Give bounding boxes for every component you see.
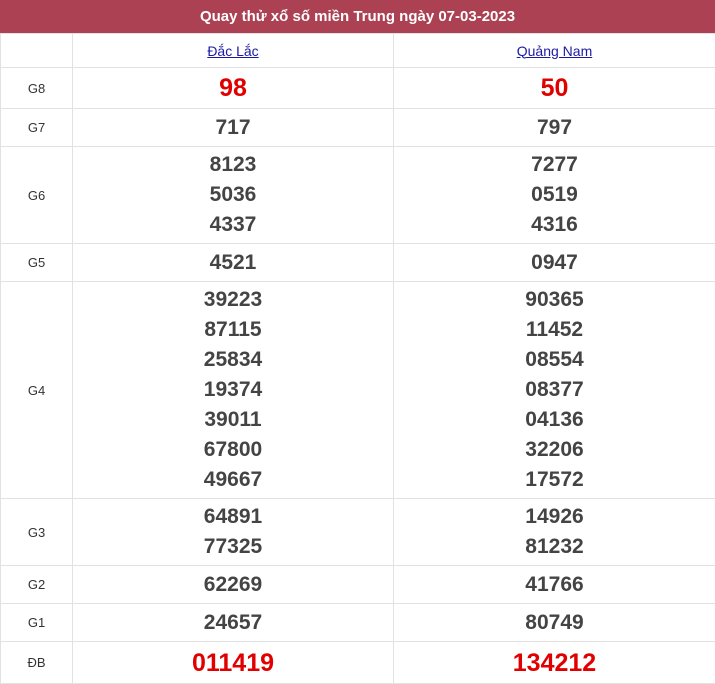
- prize-numbers-2: 80749: [394, 604, 715, 642]
- header-empty-cell: [1, 34, 73, 68]
- prize-label: G6: [1, 147, 73, 244]
- prize-number: 0947: [394, 248, 715, 278]
- prize-label: G3: [1, 499, 73, 566]
- prize-label: G4: [1, 282, 73, 499]
- prize-numbers-1: 64891 77325: [73, 499, 394, 566]
- prize-label: G1: [1, 604, 73, 642]
- prize-numbers-2: 134212: [394, 642, 715, 684]
- prize-numbers-2: 0947: [394, 244, 715, 282]
- prize-number: 4521: [73, 248, 393, 278]
- prize-numbers-1: 39223 87115 25834 19374 39011 67800 4966…: [73, 282, 394, 499]
- prize-label: G5: [1, 244, 73, 282]
- prize-number: 797: [394, 113, 715, 143]
- province-link-quang-nam[interactable]: Quảng Nam: [517, 43, 592, 59]
- prize-numbers-2: 50: [394, 68, 715, 109]
- page-title: Quay thử xổ số miền Trung ngày 07-03-202…: [0, 0, 715, 33]
- prize-number: 24657: [73, 608, 393, 638]
- prize-number: 50: [394, 73, 715, 103]
- prize-number: 62269: [73, 570, 393, 600]
- province-header-2: Quảng Nam: [394, 34, 715, 68]
- prize-numbers-1: 24657: [73, 604, 394, 642]
- prize-number: 64891: [73, 502, 393, 532]
- prize-number: 8123: [73, 150, 393, 180]
- prize-numbers-2: 797: [394, 109, 715, 147]
- prize-number: 5036: [73, 180, 393, 210]
- prize-row-g8: G8 98 50: [1, 68, 715, 109]
- prize-number: 67800: [73, 435, 393, 465]
- prize-number: 80749: [394, 608, 715, 638]
- prize-row-g1: G1 24657 80749: [1, 604, 715, 642]
- prize-number: 32206: [394, 435, 715, 465]
- results-panel: Quay thử xổ số miền Trung ngày 07-03-202…: [0, 0, 715, 680]
- prize-number: 87115: [73, 315, 393, 345]
- prize-numbers-2: 41766: [394, 566, 715, 604]
- prize-numbers-1: 8123 5036 4337: [73, 147, 394, 244]
- prize-number: 17572: [394, 465, 715, 495]
- prize-label: G8: [1, 68, 73, 109]
- prize-number: 98: [73, 73, 393, 103]
- prize-row-g4: G4 39223 87115 25834 19374 39011 67800 4…: [1, 282, 715, 499]
- prize-number: 41766: [394, 570, 715, 600]
- prize-number: 717: [73, 113, 393, 143]
- results-table: Đắc Lắc Quảng Nam G8 98 50 G7 717 797 G6…: [0, 33, 715, 684]
- prize-number: 11452: [394, 315, 715, 345]
- prize-number: 81232: [394, 532, 715, 562]
- prize-number: 49667: [73, 465, 393, 495]
- prize-numbers-2: 14926 81232: [394, 499, 715, 566]
- prize-numbers-1: 98: [73, 68, 394, 109]
- prize-label: G7: [1, 109, 73, 147]
- prize-number: 08377: [394, 375, 715, 405]
- prize-number: 25834: [73, 345, 393, 375]
- prize-number: 7277: [394, 150, 715, 180]
- prize-number: 39223: [73, 285, 393, 315]
- prize-numbers-2: 90365 11452 08554 08377 04136 32206 1757…: [394, 282, 715, 499]
- prize-number: 39011: [73, 405, 393, 435]
- prize-number: 14926: [394, 502, 715, 532]
- prize-numbers-2: 7277 0519 4316: [394, 147, 715, 244]
- prize-numbers-1: 62269: [73, 566, 394, 604]
- prize-numbers-1: 4521: [73, 244, 394, 282]
- prize-row-g6: G6 8123 5036 4337 7277 0519 4316: [1, 147, 715, 244]
- prize-number: 4337: [73, 210, 393, 240]
- prize-number: 4316: [394, 210, 715, 240]
- province-header-1: Đắc Lắc: [73, 34, 394, 68]
- prize-row-g3: G3 64891 77325 14926 81232: [1, 499, 715, 566]
- prize-number: 04136: [394, 405, 715, 435]
- prize-number: 19374: [73, 375, 393, 405]
- prize-row-g5: G5 4521 0947: [1, 244, 715, 282]
- prize-numbers-1: 011419: [73, 642, 394, 684]
- prize-row-g2: G2 62269 41766: [1, 566, 715, 604]
- prize-numbers-1: 717: [73, 109, 394, 147]
- prize-number: 08554: [394, 345, 715, 375]
- prize-row-special: ĐB 011419 134212: [1, 642, 715, 684]
- prize-number: 77325: [73, 532, 393, 562]
- prize-number: 0519: [394, 180, 715, 210]
- province-header-row: Đắc Lắc Quảng Nam: [1, 34, 715, 68]
- prize-label: G2: [1, 566, 73, 604]
- prize-label: ĐB: [1, 642, 73, 684]
- province-link-dac-lac[interactable]: Đắc Lắc: [207, 43, 258, 59]
- prize-row-g7: G7 717 797: [1, 109, 715, 147]
- prize-number: 134212: [394, 648, 715, 678]
- prize-number: 90365: [394, 285, 715, 315]
- prize-number: 011419: [73, 648, 393, 678]
